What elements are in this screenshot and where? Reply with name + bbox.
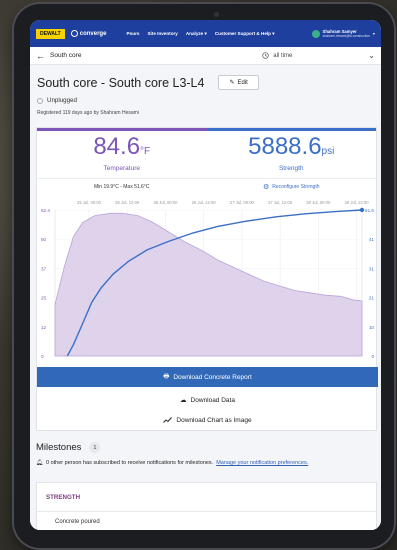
y-right-tick-label: 31	[369, 266, 375, 271]
x-tick-label: 28 Jul, 00:00	[306, 200, 331, 205]
back-link-label: South core	[50, 52, 82, 59]
milestones-title: Milestones	[36, 442, 82, 453]
temperature-area	[54, 212, 363, 357]
milestones-note-text: 0 other person has subscribed to receive…	[45, 460, 214, 466]
x-tick-label: 26 Jul, 12:00	[192, 200, 217, 205]
avatar	[311, 29, 320, 38]
download-report-label: Download Concrete Report	[173, 373, 252, 381]
strength-unit: psi	[321, 146, 335, 157]
product-logo-icon	[70, 30, 78, 37]
gear-icon: ⚙	[262, 184, 270, 191]
nav-link-site-inventory[interactable]: Site Inventory	[147, 31, 177, 37]
back-link[interactable]: ← South core	[36, 51, 81, 61]
milestones-section: Milestones 1 🔔︎ 0 other person has subsc…	[36, 442, 377, 466]
temperature-value: 84.6	[93, 133, 141, 160]
download-chart-label: Download Chart as Image	[176, 416, 252, 424]
top-navbar: DEWALT converge Pours Site Inventory Ana…	[30, 20, 381, 47]
user-email: shahram.hesami@tk.construction	[322, 33, 370, 38]
strength-label: Strength	[278, 165, 304, 172]
strength-milestones-card: STRENGTH Concrete poured	[36, 482, 377, 530]
chart-series	[54, 207, 365, 357]
chevron-down-icon: ▾	[272, 30, 275, 36]
status-badge: Unplugged	[37, 97, 374, 104]
y-left-tick-label: 25	[41, 296, 47, 301]
arrow-left-icon: ←	[36, 50, 45, 61]
y-right-tick-label: 10	[369, 325, 375, 330]
strength-value: 5888.6	[248, 133, 322, 160]
download-data-label: Download Data	[190, 396, 235, 404]
download-report-button[interactable]: 🖶 Download Concrete Report	[37, 367, 378, 387]
x-tick-label: 27 Jul, 00:00	[230, 200, 255, 205]
time-range-selector[interactable]: all time	[262, 52, 292, 59]
product-name: converge	[79, 30, 107, 37]
y-right-tick-label: 0	[371, 354, 374, 359]
clock-icon	[262, 52, 269, 59]
status-label: Unplugged	[47, 97, 77, 104]
download-chart-button[interactable]: Download Chart as Image	[37, 410, 378, 430]
x-tick-label: 27 Jul, 12:00	[268, 200, 293, 205]
temperature-strength-chart[interactable]: 25 Jul, 00:00 25 Jul, 12:00 26 Jul, 00:00 2…	[37, 194, 378, 364]
chevron-down-icon: ▾	[372, 31, 375, 36]
metrics-subrow: Min 19.9°C - Max 51.6°C ⚙ Reconfigure St…	[37, 179, 376, 195]
y-left-tick-label: 12	[41, 325, 47, 330]
sensor-header: South core - South core L3-L4 ✎ Edit Unp…	[30, 65, 381, 116]
x-tick-label: 26 Jul, 00:00	[153, 200, 178, 205]
title-row: South core - South core L3-L4 ✎ Edit	[37, 75, 374, 90]
sub-header: ← South core all time ⌄	[30, 47, 381, 65]
chart-container[interactable]: 25 Jul, 00:00 25 Jul, 12:00 26 Jul, 00:00 2…	[37, 194, 378, 364]
app-screen: DEWALT converge Pours Site Inventory Ana…	[30, 20, 381, 530]
registration-info: Registered 119 days ago by Shahram Hesam…	[37, 110, 139, 116]
y-left-tick-label: 0	[41, 354, 44, 359]
strength-endpoint	[359, 207, 365, 213]
y-left-tick-label: 62.4	[41, 208, 50, 213]
nav-link-analyze-label: Analyze	[185, 30, 204, 36]
bell-icon: 🔔︎	[36, 460, 43, 466]
printer-icon: 🖶	[163, 372, 170, 380]
download-data-button[interactable]: ☁ Download Data	[37, 390, 378, 410]
reconfigure-strength-button[interactable]: ⚙ Reconfigure Strength	[207, 183, 377, 191]
pencil-icon: ✎	[229, 80, 235, 86]
milestones-notification-note: 🔔︎ 0 other person has subscribed to rece…	[36, 460, 377, 466]
chevron-down-icon: ▾	[204, 30, 207, 36]
chevron-down-icon[interactable]: ⌄	[368, 51, 375, 60]
x-tick-label: 25 Jul, 00:00	[77, 200, 102, 205]
nav-links: Pours Site Inventory Analyze ▾ Customer …	[126, 31, 274, 37]
brand-logo[interactable]: DEWALT	[36, 28, 65, 39]
readings-card: 84.6°F Temperature 5888.6psi Strength Mi…	[36, 127, 378, 431]
temperature-unit: °F	[140, 146, 151, 157]
nav-link-pours[interactable]: Pours	[126, 31, 139, 37]
camera-dot	[214, 12, 219, 17]
cloud-download-icon: ☁	[180, 397, 187, 404]
y-left-tick-label: 50	[41, 237, 47, 242]
y-right-tick-label: 41	[369, 237, 375, 242]
milestones-count-badge: 1	[89, 442, 101, 453]
milestones-header: Milestones 1	[36, 442, 377, 453]
unplugged-icon	[37, 97, 43, 104]
strength-section-title: STRENGTH	[46, 494, 81, 501]
y-right-tick-label: 51.6	[365, 208, 374, 213]
manage-notifications-link[interactable]: Manage your notification preferences.	[216, 460, 308, 466]
nav-link-support[interactable]: Customer Support & Help ▾	[215, 31, 275, 37]
y-left-tick-label: 37	[41, 266, 47, 271]
trend-line-icon	[163, 417, 173, 423]
user-menu[interactable]: Shahram Samyer shahram.hesami@tk.constru…	[311, 29, 375, 39]
x-tick-label: 28 Jul, 12:00	[345, 200, 370, 205]
temperature-metric[interactable]: 84.6°F Temperature	[37, 128, 207, 178]
page-title: South core - South core L3-L4	[37, 75, 205, 90]
strength-metric[interactable]: 5888.6psi Strength	[206, 128, 376, 178]
edit-button-label: Edit	[237, 79, 248, 86]
nav-link-support-label: Customer Support & Help	[214, 30, 271, 36]
nav-link-analyze[interactable]: Analyze ▾	[186, 31, 207, 37]
milestone-item[interactable]: Concrete poured	[37, 512, 376, 525]
min-max-temperature: Min 19.9°C - Max 51.6°C	[94, 184, 150, 190]
metrics-row: 84.6°F Temperature 5888.6psi Strength	[37, 128, 376, 179]
edit-button[interactable]: ✎ Edit	[218, 75, 259, 90]
product-logo[interactable]: converge	[70, 30, 107, 37]
y-right-tick-label: 21	[369, 296, 375, 301]
time-range-label: all time	[273, 52, 293, 59]
reconfigure-strength-label: Reconfigure Strength	[272, 184, 320, 190]
temperature-label: Temperature	[103, 165, 141, 172]
user-info: Shahram Samyer shahram.hesami@tk.constru…	[323, 29, 370, 39]
x-tick-label: 25 Jul, 12:00	[115, 200, 140, 205]
